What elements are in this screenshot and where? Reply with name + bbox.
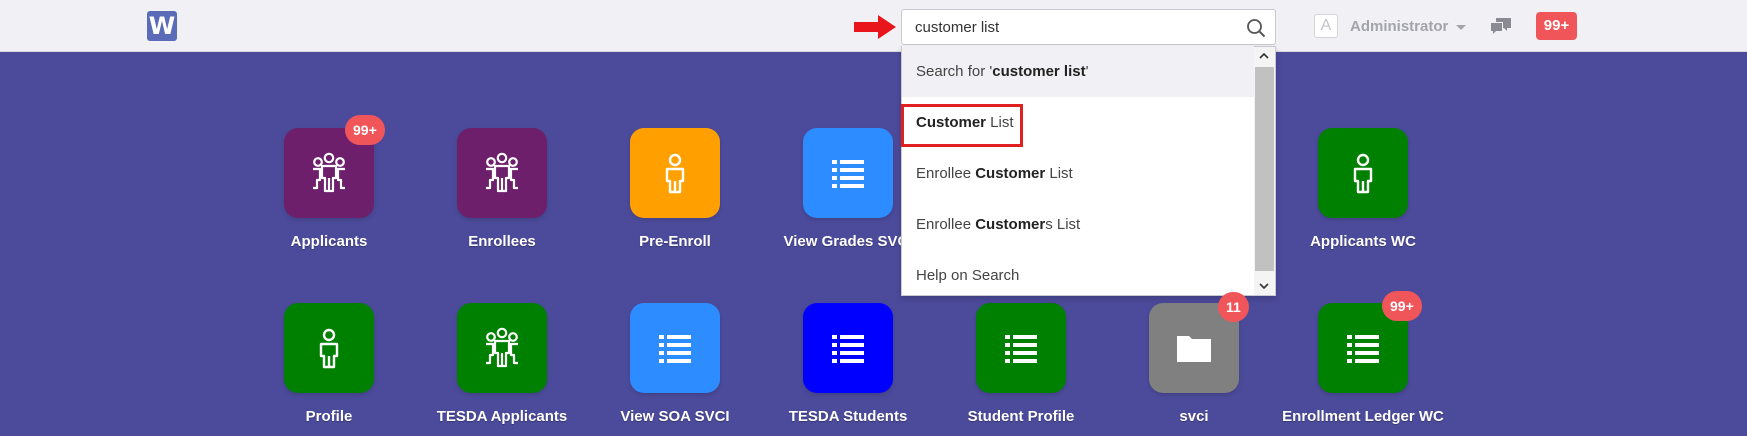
suggestion-text: Search for ' (916, 63, 993, 80)
suggestion-text: Help on Search (916, 267, 1020, 284)
search-suggestions-dropdown: Search for 'customer list' Customer List E… (901, 46, 1276, 296)
user-icon (1353, 153, 1373, 194)
search-suggestion-item[interactable]: Help on Search (902, 250, 1254, 301)
suggestion-text: ' (1085, 63, 1089, 80)
search-icon[interactable] (1246, 18, 1266, 38)
app-tile[interactable]: Student Profile (936, 303, 1106, 436)
top-navbar: W customer list A Administrator 99+ (0, 0, 1747, 52)
app-tile[interactable]: Enrollees (417, 128, 587, 278)
suggestion-text: Enrollee (916, 216, 976, 233)
app-label[interactable]: Student Profile (936, 408, 1106, 425)
chat-icon[interactable] (1490, 17, 1512, 35)
red-highlight-box (901, 104, 1023, 147)
app-logo[interactable]: W (147, 11, 177, 41)
suggestion-text: customer list (992, 63, 1086, 80)
search-suggestion-item[interactable]: Search for 'customer list' (902, 46, 1254, 97)
suggestion-text: Customer (975, 165, 1046, 182)
app-tile[interactable]: TESDA Students (763, 303, 933, 436)
app-tile[interactable]: View SOA SVCI (590, 303, 760, 436)
app-tile[interactable]: TESDA Applicants (417, 303, 587, 436)
suggestion-text: Enrollee (916, 165, 976, 182)
app-label[interactable]: Pre-Enroll (590, 233, 760, 250)
search-suggestion-item[interactable]: Enrollee Customer List (902, 148, 1254, 199)
user-icon (319, 328, 339, 369)
search-input-value: customer list (915, 19, 1000, 36)
notification-badge[interactable]: 99+ (1536, 12, 1577, 40)
app-icon-box[interactable] (1318, 128, 1408, 218)
app-icon-box[interactable] (457, 303, 547, 393)
app-label[interactable]: View SOA SVCI (590, 408, 760, 425)
list-icon (1347, 335, 1379, 363)
app-icon-box[interactable] (284, 303, 374, 393)
app-label[interactable]: Applicants (244, 233, 414, 250)
app-icon-box[interactable] (803, 128, 893, 218)
suggestion-text: Customer (975, 216, 1046, 233)
app-badge: 99+ (345, 115, 385, 145)
app-badge: 11 (1218, 292, 1249, 322)
app-icon-box[interactable] (630, 128, 720, 218)
list-icon (832, 160, 864, 188)
app-tile[interactable]: Pre-Enroll (590, 128, 760, 278)
search-suggestion-item[interactable]: Enrollee Customers List (902, 199, 1254, 250)
app-tile[interactable]: Enrollment Ledger WC (1278, 303, 1448, 436)
app-tile[interactable]: Applicants (244, 128, 414, 278)
app-icon-box[interactable] (976, 303, 1066, 393)
chevron-down-icon[interactable] (1456, 25, 1466, 30)
app-tile[interactable]: Profile (244, 303, 414, 436)
app-icon-box[interactable] (803, 303, 893, 393)
app-icon-box[interactable] (457, 128, 547, 218)
suggestion-text: List (1045, 165, 1073, 182)
app-label[interactable]: Enrollees (417, 233, 587, 250)
users-icon (486, 152, 518, 193)
suggestion-text: s List (1045, 216, 1081, 233)
search-input[interactable]: customer list (901, 9, 1276, 45)
users-icon (313, 152, 345, 193)
user-icon (665, 153, 685, 194)
app-label[interactable]: TESDA Applicants (417, 408, 587, 425)
app-label[interactable]: svci (1109, 408, 1279, 425)
avatar[interactable]: A (1314, 14, 1338, 38)
app-label[interactable]: Enrollment Ledger WC (1278, 408, 1448, 425)
scrollbar-thumb[interactable] (1255, 67, 1274, 271)
user-menu-name[interactable]: Administrator (1350, 18, 1448, 35)
list-icon (1005, 335, 1037, 363)
app-label[interactable]: Profile (244, 408, 414, 425)
chevron-up-icon[interactable] (1259, 51, 1269, 61)
red-arrow-annotation-icon (854, 15, 896, 39)
list-icon (832, 335, 864, 363)
app-label[interactable]: TESDA Students (763, 408, 933, 425)
chevron-down-icon[interactable] (1259, 281, 1269, 291)
folder-icon (1177, 336, 1211, 362)
dropdown-scrollbar[interactable] (1254, 47, 1275, 295)
app-tile[interactable]: svci (1109, 303, 1279, 436)
app-badge: 99+ (1382, 291, 1422, 321)
app-label[interactable]: Applicants WC (1278, 233, 1448, 250)
app-icon-box[interactable] (630, 303, 720, 393)
users-icon (486, 327, 518, 368)
list-icon (659, 335, 691, 363)
app-tile[interactable]: Applicants WC (1278, 128, 1448, 278)
